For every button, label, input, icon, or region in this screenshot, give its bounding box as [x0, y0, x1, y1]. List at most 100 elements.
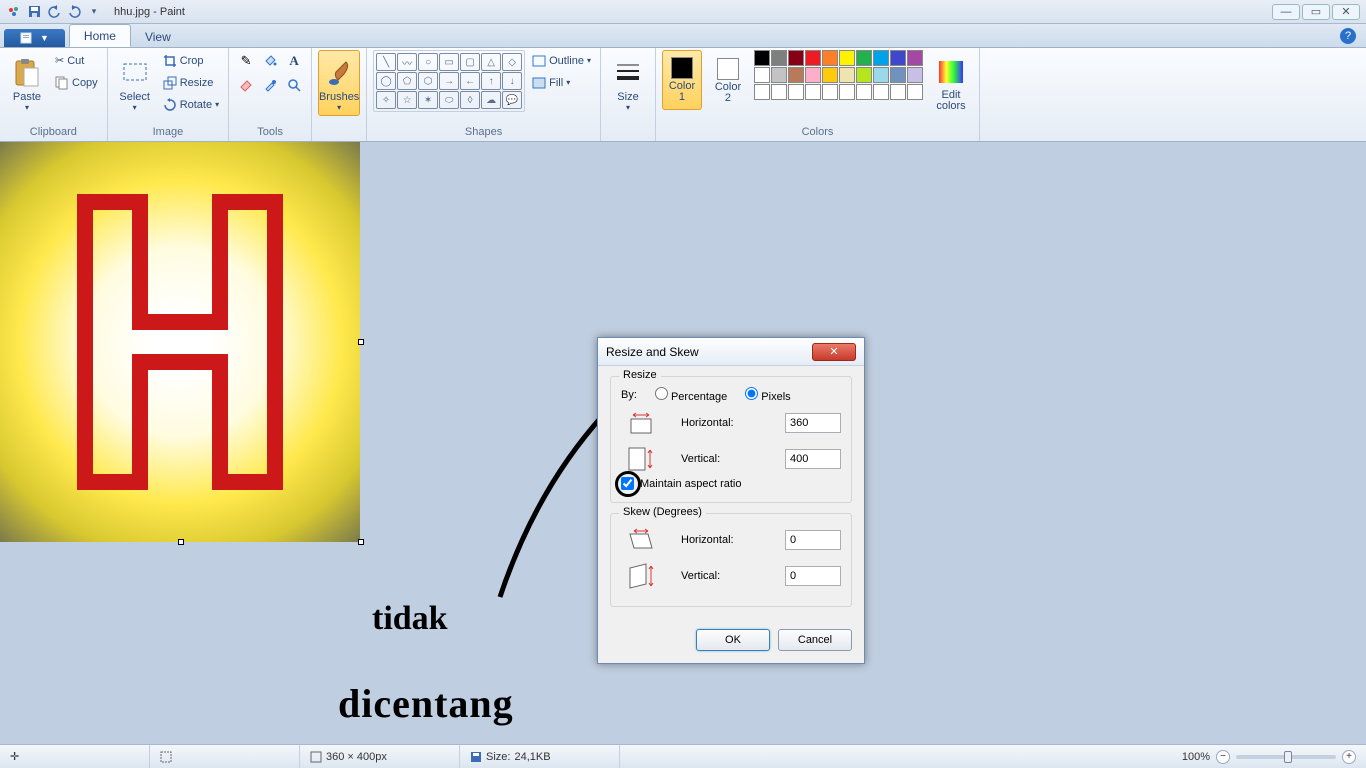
shape-fill-button[interactable]: Fill ▾ — [529, 72, 594, 93]
select-icon — [119, 57, 151, 89]
palette-swatch[interactable] — [822, 50, 838, 66]
canvas-area[interactable]: tidak dicentang Resize and Skew ✕ Resize… — [0, 142, 1366, 744]
crop-button[interactable]: Crop — [160, 50, 222, 71]
shapes-gallery[interactable]: ╲〰○▭▢△◇ ◯⬠⬡→←↑↓ ✧☆✶⬭◊☁💬 — [374, 51, 524, 111]
redo-icon[interactable] — [66, 4, 82, 20]
status-selection — [150, 745, 300, 768]
palette-swatch[interactable] — [856, 50, 872, 66]
ok-button[interactable]: OK — [696, 629, 770, 651]
selection-handle-right[interactable] — [358, 339, 364, 345]
fill-tool[interactable] — [259, 50, 281, 72]
status-cursor-pos: ✛ — [0, 745, 150, 768]
palette-swatch[interactable] — [754, 67, 770, 83]
size-button[interactable]: Size▾ — [607, 50, 649, 116]
brushes-button[interactable]: Brushes▾ — [318, 50, 360, 116]
help-button[interactable]: ? — [1340, 28, 1356, 44]
cancel-button[interactable]: Cancel — [778, 629, 852, 651]
palette-swatch[interactable] — [788, 67, 804, 83]
palette-swatch[interactable] — [822, 84, 838, 100]
dialog-close-button[interactable]: ✕ — [812, 343, 856, 361]
palette-swatch[interactable] — [856, 67, 872, 83]
pencil-tool[interactable]: ✎ — [235, 50, 257, 72]
color2-button[interactable]: Color 2 — [708, 50, 748, 110]
cut-button[interactable]: ✂Cut — [52, 50, 101, 71]
palette-swatch[interactable] — [805, 84, 821, 100]
resize-fieldset: Resize By: Percentage Pixels Horizontal:… — [610, 376, 852, 503]
minimize-button[interactable]: — — [1272, 4, 1300, 20]
palette-swatch[interactable] — [907, 84, 923, 100]
palette-swatch[interactable] — [873, 84, 889, 100]
annotation-text-2: dicentang — [338, 680, 514, 727]
palette-swatch[interactable] — [873, 67, 889, 83]
status-dimensions: 360 × 400px — [300, 745, 460, 768]
selection-handle-bottom[interactable] — [178, 539, 184, 545]
maximize-button[interactable]: ▭ — [1302, 4, 1330, 20]
rotate-button[interactable]: Rotate ▾ — [160, 94, 222, 115]
group-size: Size▾ — [601, 48, 656, 141]
canvas-image[interactable] — [0, 142, 360, 542]
radio-percentage[interactable]: Percentage — [655, 387, 727, 403]
qat-dropdown-icon[interactable]: ▾ — [86, 4, 102, 20]
dialog-title: Resize and Skew — [606, 345, 699, 359]
rotate-icon — [163, 98, 177, 112]
palette-swatch[interactable] — [788, 84, 804, 100]
group-brushes: Brushes▾ — [312, 48, 367, 141]
palette-swatch[interactable] — [890, 67, 906, 83]
dialog-titlebar[interactable]: Resize and Skew ✕ — [598, 338, 864, 366]
save-icon[interactable] — [26, 4, 42, 20]
zoom-slider[interactable] — [1236, 755, 1336, 759]
palette-swatch[interactable] — [822, 67, 838, 83]
palette-swatch[interactable] — [771, 50, 787, 66]
copy-button[interactable]: Copy — [52, 72, 101, 93]
tab-view[interactable]: View — [131, 26, 185, 47]
skew-vertical-input[interactable] — [785, 566, 841, 586]
palette-swatch[interactable] — [788, 50, 804, 66]
resize-icon — [163, 76, 177, 90]
close-button[interactable]: ✕ — [1332, 4, 1360, 20]
selection-handle-corner[interactable] — [358, 539, 364, 545]
resize-horizontal-input[interactable] — [785, 413, 841, 433]
selection-icon — [160, 751, 172, 763]
palette-swatch[interactable] — [839, 84, 855, 100]
color-palette[interactable] — [754, 50, 923, 100]
skew-horizontal-input[interactable] — [785, 530, 841, 550]
palette-swatch[interactable] — [754, 50, 770, 66]
palette-swatch[interactable] — [873, 50, 889, 66]
palette-swatch[interactable] — [805, 67, 821, 83]
palette-swatch[interactable] — [856, 84, 872, 100]
eraser-tool[interactable] — [235, 74, 257, 96]
palette-swatch[interactable] — [839, 67, 855, 83]
zoom-in-button[interactable]: + — [1342, 750, 1356, 764]
palette-swatch[interactable] — [907, 67, 923, 83]
palette-swatch[interactable] — [907, 50, 923, 66]
select-button[interactable]: Select▾ — [114, 50, 156, 116]
undo-icon[interactable] — [46, 4, 62, 20]
maintain-aspect-label: Maintain aspect ratio — [640, 478, 742, 490]
text-tool[interactable]: A — [283, 50, 305, 72]
shape-outline-button[interactable]: Outline ▾ — [529, 50, 594, 71]
magnifier-tool[interactable] — [283, 74, 305, 96]
palette-swatch[interactable] — [890, 84, 906, 100]
palette-swatch[interactable] — [839, 50, 855, 66]
palette-swatch[interactable] — [805, 50, 821, 66]
crop-icon — [163, 54, 177, 68]
palette-swatch[interactable] — [771, 67, 787, 83]
paste-button[interactable]: Paste▾ — [6, 50, 48, 116]
palette-swatch[interactable] — [771, 84, 787, 100]
palette-swatch[interactable] — [890, 50, 906, 66]
edit-colors-button[interactable]: Edit colors — [929, 50, 973, 116]
color1-button[interactable]: Color 1 — [662, 50, 702, 110]
palette-swatch[interactable] — [754, 84, 770, 100]
file-menu-button[interactable]: ▼ — [4, 29, 65, 47]
skew-vertical-icon — [621, 562, 661, 590]
resize-vertical-input[interactable] — [785, 449, 841, 469]
picker-tool[interactable] — [259, 74, 281, 96]
maintain-aspect-checkbox[interactable] — [621, 477, 634, 490]
group-image: Select▾ Crop Resize Rotate ▾ Image — [108, 48, 229, 141]
zoom-out-button[interactable]: − — [1216, 750, 1230, 764]
resize-button[interactable]: Resize — [160, 72, 222, 93]
zoom-slider-thumb[interactable] — [1284, 751, 1292, 763]
tab-home[interactable]: Home — [69, 24, 131, 47]
radio-pixels[interactable]: Pixels — [745, 387, 790, 403]
status-filesize: Size: 24,1KB — [460, 745, 620, 768]
